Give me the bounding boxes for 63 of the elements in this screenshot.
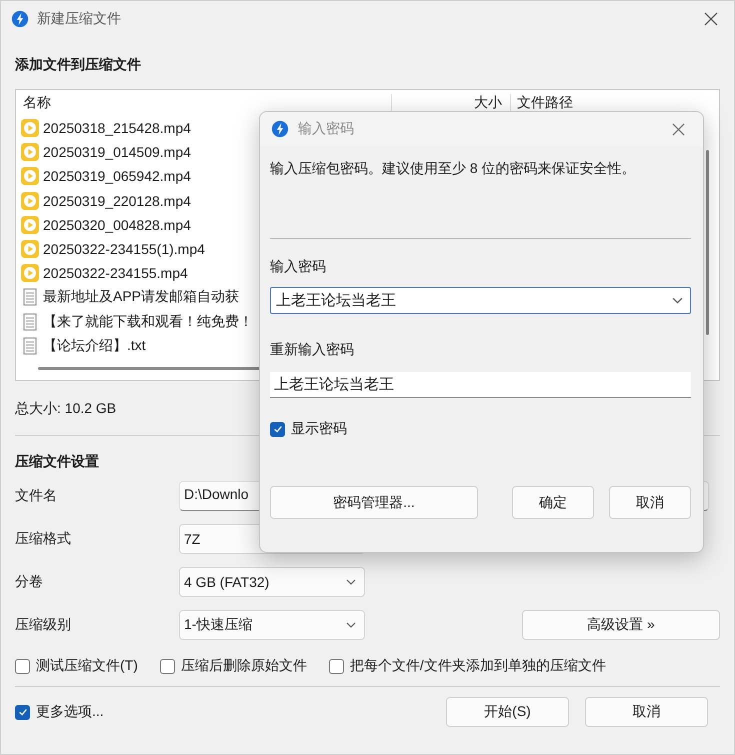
checkbox-label[interactable]: 压缩后删除原始文件	[180, 657, 307, 675]
close-icon[interactable]	[704, 12, 718, 26]
total-size: 总大小: 10.2 GB	[15, 399, 116, 418]
video-file-icon	[21, 216, 39, 234]
password-combobox[interactable]: 上老王论坛当老王	[270, 287, 691, 314]
checkbox[interactable]	[160, 658, 175, 674]
close-icon[interactable]	[672, 122, 685, 136]
file-name[interactable]: 20250319_014509.mp4	[43, 144, 191, 160]
confirm-password-field[interactable]: 上老王论坛当老王	[270, 372, 691, 398]
file-name[interactable]: 【论坛介绍】.txt	[43, 336, 146, 355]
chevron-icon	[672, 297, 683, 304]
video-file-icon	[21, 167, 39, 186]
cancel-button[interactable]: 取消	[609, 486, 691, 519]
chevron-icon	[346, 622, 356, 628]
field-label: 压缩格式	[15, 530, 72, 548]
advanced-settings-button[interactable]: 高级设置 »	[522, 610, 720, 640]
checkbox-label[interactable]: 显示密码	[291, 420, 347, 438]
video-file-icon	[21, 240, 39, 258]
dialog-description: 输入压缩包密码。建议使用至少 8 位的密码来保证安全性。	[270, 160, 637, 178]
video-file-icon	[21, 192, 39, 210]
dropdown[interactable]: 1-快速压缩	[179, 610, 365, 640]
checkbox-label[interactable]: 把每个文件/文件夹添加到单独的压缩文件	[350, 657, 606, 675]
file-name[interactable]: 【来了就能下载和观看！纯免费！	[43, 312, 253, 331]
checkmark-icon	[18, 707, 28, 717]
checkbox[interactable]	[328, 658, 344, 674]
file-name[interactable]: 20250322-234155.mp4	[43, 265, 188, 282]
cancel-button[interactable]: 取消	[585, 697, 708, 727]
field-label: 分卷	[15, 572, 44, 590]
file-name[interactable]: 20250319_220128.mp4	[43, 192, 191, 209]
start-button[interactable]: 开始(S)	[446, 697, 569, 727]
chevron-icon	[346, 578, 356, 584]
scrollbar[interactable]	[706, 150, 709, 335]
dialog-title: 输入密码	[298, 120, 354, 138]
checkbox[interactable]	[270, 422, 285, 436]
checkbox[interactable]	[15, 704, 30, 720]
video-file-icon	[21, 264, 39, 282]
window-title: 新建压缩文件	[37, 10, 121, 28]
checkbox[interactable]	[15, 658, 30, 674]
text-file-icon	[21, 312, 39, 331]
section-heading: 压缩文件设置	[15, 452, 100, 471]
text-file-icon	[21, 336, 39, 355]
field-label: 文件名	[15, 486, 58, 504]
app-logo-icon	[11, 10, 29, 28]
field-label: 输入密码	[270, 257, 327, 276]
file-name[interactable]: 最新地址及APP请发邮箱自动获	[43, 288, 240, 306]
ok-button[interactable]: 确定	[512, 486, 594, 519]
checkmark-icon	[272, 424, 282, 434]
column-header[interactable]: 文件路径	[511, 94, 573, 112]
field-label: 压缩级别	[15, 616, 72, 634]
file-name[interactable]: 20250319_065942.mp4	[43, 168, 191, 184]
checkbox-label[interactable]: 测试压缩文件(T)	[36, 657, 138, 675]
app-logo-icon	[271, 120, 289, 138]
video-file-icon	[21, 119, 39, 138]
file-name[interactable]: 20250320_004828.mp4	[43, 216, 191, 233]
checkbox-label[interactable]: 更多选项...	[36, 703, 104, 721]
video-file-icon	[21, 143, 39, 162]
section-heading: 添加文件到压缩文件	[15, 55, 142, 74]
text-file-icon	[21, 288, 39, 306]
field-label: 重新输入密码	[270, 340, 355, 359]
file-name[interactable]: 20250318_215428.mp4	[43, 120, 191, 136]
file-name[interactable]: 20250322-234155(1).mp4	[43, 241, 205, 258]
dropdown[interactable]: 4 GB (FAT32)	[179, 566, 365, 596]
password-manager-button[interactable]: 密码管理器...	[270, 486, 478, 519]
